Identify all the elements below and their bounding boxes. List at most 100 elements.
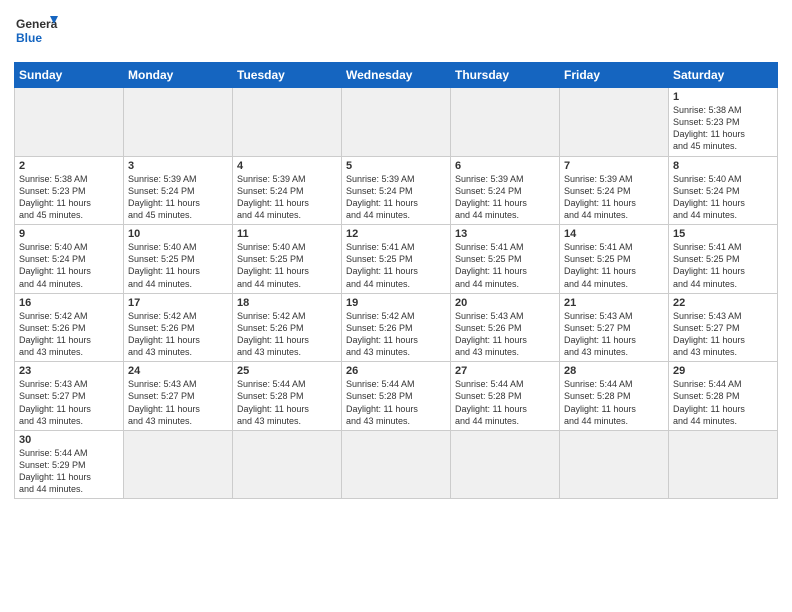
calendar-day-cell: 26Sunrise: 5:44 AM Sunset: 5:28 PM Dayli… xyxy=(342,362,451,431)
calendar-day-cell: 9Sunrise: 5:40 AM Sunset: 5:24 PM Daylig… xyxy=(15,225,124,294)
day-number: 21 xyxy=(564,297,664,309)
calendar-day-cell: 23Sunrise: 5:43 AM Sunset: 5:27 PM Dayli… xyxy=(15,362,124,431)
day-info: Sunrise: 5:43 AM Sunset: 5:27 PM Dayligh… xyxy=(128,378,228,427)
calendar-day-cell xyxy=(15,88,124,157)
calendar-day-cell xyxy=(233,88,342,157)
svg-text:Blue: Blue xyxy=(16,31,42,45)
day-number: 24 xyxy=(128,365,228,377)
calendar-day-cell: 25Sunrise: 5:44 AM Sunset: 5:28 PM Dayli… xyxy=(233,362,342,431)
day-number: 28 xyxy=(564,365,664,377)
day-info: Sunrise: 5:41 AM Sunset: 5:25 PM Dayligh… xyxy=(455,241,555,290)
day-info: Sunrise: 5:40 AM Sunset: 5:24 PM Dayligh… xyxy=(673,173,773,222)
day-info: Sunrise: 5:41 AM Sunset: 5:25 PM Dayligh… xyxy=(564,241,664,290)
logo-icon: General Blue xyxy=(14,10,58,54)
day-number: 4 xyxy=(237,160,337,172)
page: General Blue SundayMondayTuesdayWednesda… xyxy=(0,0,792,513)
day-number: 11 xyxy=(237,228,337,240)
day-info: Sunrise: 5:39 AM Sunset: 5:24 PM Dayligh… xyxy=(237,173,337,222)
day-number: 12 xyxy=(346,228,446,240)
calendar-week-row: 2Sunrise: 5:38 AM Sunset: 5:23 PM Daylig… xyxy=(15,156,778,225)
calendar-day-cell: 21Sunrise: 5:43 AM Sunset: 5:27 PM Dayli… xyxy=(560,293,669,362)
day-number: 9 xyxy=(19,228,119,240)
day-info: Sunrise: 5:39 AM Sunset: 5:24 PM Dayligh… xyxy=(346,173,446,222)
calendar-day-cell: 7Sunrise: 5:39 AM Sunset: 5:24 PM Daylig… xyxy=(560,156,669,225)
day-info: Sunrise: 5:43 AM Sunset: 5:27 PM Dayligh… xyxy=(19,378,119,427)
day-info: Sunrise: 5:39 AM Sunset: 5:24 PM Dayligh… xyxy=(564,173,664,222)
day-info: Sunrise: 5:41 AM Sunset: 5:25 PM Dayligh… xyxy=(673,241,773,290)
day-info: Sunrise: 5:39 AM Sunset: 5:24 PM Dayligh… xyxy=(128,173,228,222)
calendar-week-row: 23Sunrise: 5:43 AM Sunset: 5:27 PM Dayli… xyxy=(15,362,778,431)
day-number: 29 xyxy=(673,365,773,377)
calendar-day-cell: 17Sunrise: 5:42 AM Sunset: 5:26 PM Dayli… xyxy=(124,293,233,362)
day-info: Sunrise: 5:44 AM Sunset: 5:28 PM Dayligh… xyxy=(673,378,773,427)
calendar-day-cell: 5Sunrise: 5:39 AM Sunset: 5:24 PM Daylig… xyxy=(342,156,451,225)
day-number: 6 xyxy=(455,160,555,172)
calendar-day-cell: 1Sunrise: 5:38 AM Sunset: 5:23 PM Daylig… xyxy=(669,88,778,157)
calendar-day-cell: 2Sunrise: 5:38 AM Sunset: 5:23 PM Daylig… xyxy=(15,156,124,225)
day-number: 23 xyxy=(19,365,119,377)
day-number: 14 xyxy=(564,228,664,240)
calendar-day-cell: 4Sunrise: 5:39 AM Sunset: 5:24 PM Daylig… xyxy=(233,156,342,225)
calendar-day-cell: 29Sunrise: 5:44 AM Sunset: 5:28 PM Dayli… xyxy=(669,362,778,431)
day-number: 15 xyxy=(673,228,773,240)
day-number: 20 xyxy=(455,297,555,309)
calendar-day-cell: 20Sunrise: 5:43 AM Sunset: 5:26 PM Dayli… xyxy=(451,293,560,362)
day-number: 22 xyxy=(673,297,773,309)
calendar-day-cell: 24Sunrise: 5:43 AM Sunset: 5:27 PM Dayli… xyxy=(124,362,233,431)
day-number: 30 xyxy=(19,434,119,446)
calendar-day-cell: 8Sunrise: 5:40 AM Sunset: 5:24 PM Daylig… xyxy=(669,156,778,225)
day-info: Sunrise: 5:38 AM Sunset: 5:23 PM Dayligh… xyxy=(673,104,773,153)
day-info: Sunrise: 5:43 AM Sunset: 5:27 PM Dayligh… xyxy=(673,310,773,359)
logo: General Blue xyxy=(14,10,58,54)
calendar-day-cell xyxy=(451,430,560,499)
weekday-header-tuesday: Tuesday xyxy=(233,63,342,88)
calendar-day-cell: 11Sunrise: 5:40 AM Sunset: 5:25 PM Dayli… xyxy=(233,225,342,294)
day-number: 18 xyxy=(237,297,337,309)
day-info: Sunrise: 5:42 AM Sunset: 5:26 PM Dayligh… xyxy=(346,310,446,359)
calendar-week-row: 1Sunrise: 5:38 AM Sunset: 5:23 PM Daylig… xyxy=(15,88,778,157)
calendar-day-cell: 12Sunrise: 5:41 AM Sunset: 5:25 PM Dayli… xyxy=(342,225,451,294)
weekday-header-wednesday: Wednesday xyxy=(342,63,451,88)
weekday-header-friday: Friday xyxy=(560,63,669,88)
day-number: 13 xyxy=(455,228,555,240)
day-number: 25 xyxy=(237,365,337,377)
calendar-week-row: 16Sunrise: 5:42 AM Sunset: 5:26 PM Dayli… xyxy=(15,293,778,362)
day-info: Sunrise: 5:42 AM Sunset: 5:26 PM Dayligh… xyxy=(237,310,337,359)
calendar-day-cell: 30Sunrise: 5:44 AM Sunset: 5:29 PM Dayli… xyxy=(15,430,124,499)
day-info: Sunrise: 5:44 AM Sunset: 5:28 PM Dayligh… xyxy=(564,378,664,427)
calendar-table: SundayMondayTuesdayWednesdayThursdayFrid… xyxy=(14,62,778,499)
day-info: Sunrise: 5:44 AM Sunset: 5:29 PM Dayligh… xyxy=(19,447,119,496)
day-number: 17 xyxy=(128,297,228,309)
day-number: 2 xyxy=(19,160,119,172)
day-number: 27 xyxy=(455,365,555,377)
day-info: Sunrise: 5:40 AM Sunset: 5:25 PM Dayligh… xyxy=(128,241,228,290)
day-number: 1 xyxy=(673,91,773,103)
day-number: 5 xyxy=(346,160,446,172)
calendar-day-cell: 27Sunrise: 5:44 AM Sunset: 5:28 PM Dayli… xyxy=(451,362,560,431)
weekday-header-sunday: Sunday xyxy=(15,63,124,88)
calendar-week-row: 9Sunrise: 5:40 AM Sunset: 5:24 PM Daylig… xyxy=(15,225,778,294)
calendar-day-cell xyxy=(342,88,451,157)
day-number: 19 xyxy=(346,297,446,309)
calendar-day-cell: 10Sunrise: 5:40 AM Sunset: 5:25 PM Dayli… xyxy=(124,225,233,294)
header: General Blue xyxy=(14,10,778,54)
day-info: Sunrise: 5:43 AM Sunset: 5:26 PM Dayligh… xyxy=(455,310,555,359)
calendar-day-cell xyxy=(560,88,669,157)
day-number: 3 xyxy=(128,160,228,172)
day-info: Sunrise: 5:41 AM Sunset: 5:25 PM Dayligh… xyxy=(346,241,446,290)
calendar-day-cell: 13Sunrise: 5:41 AM Sunset: 5:25 PM Dayli… xyxy=(451,225,560,294)
calendar-day-cell: 6Sunrise: 5:39 AM Sunset: 5:24 PM Daylig… xyxy=(451,156,560,225)
calendar-day-cell: 15Sunrise: 5:41 AM Sunset: 5:25 PM Dayli… xyxy=(669,225,778,294)
day-info: Sunrise: 5:42 AM Sunset: 5:26 PM Dayligh… xyxy=(19,310,119,359)
calendar-day-cell xyxy=(669,430,778,499)
weekday-header-saturday: Saturday xyxy=(669,63,778,88)
weekday-header-thursday: Thursday xyxy=(451,63,560,88)
day-info: Sunrise: 5:38 AM Sunset: 5:23 PM Dayligh… xyxy=(19,173,119,222)
calendar-day-cell: 18Sunrise: 5:42 AM Sunset: 5:26 PM Dayli… xyxy=(233,293,342,362)
calendar-day-cell xyxy=(560,430,669,499)
weekday-header-row: SundayMondayTuesdayWednesdayThursdayFrid… xyxy=(15,63,778,88)
calendar-day-cell: 19Sunrise: 5:42 AM Sunset: 5:26 PM Dayli… xyxy=(342,293,451,362)
day-number: 8 xyxy=(673,160,773,172)
calendar-day-cell: 3Sunrise: 5:39 AM Sunset: 5:24 PM Daylig… xyxy=(124,156,233,225)
calendar-day-cell: 22Sunrise: 5:43 AM Sunset: 5:27 PM Dayli… xyxy=(669,293,778,362)
